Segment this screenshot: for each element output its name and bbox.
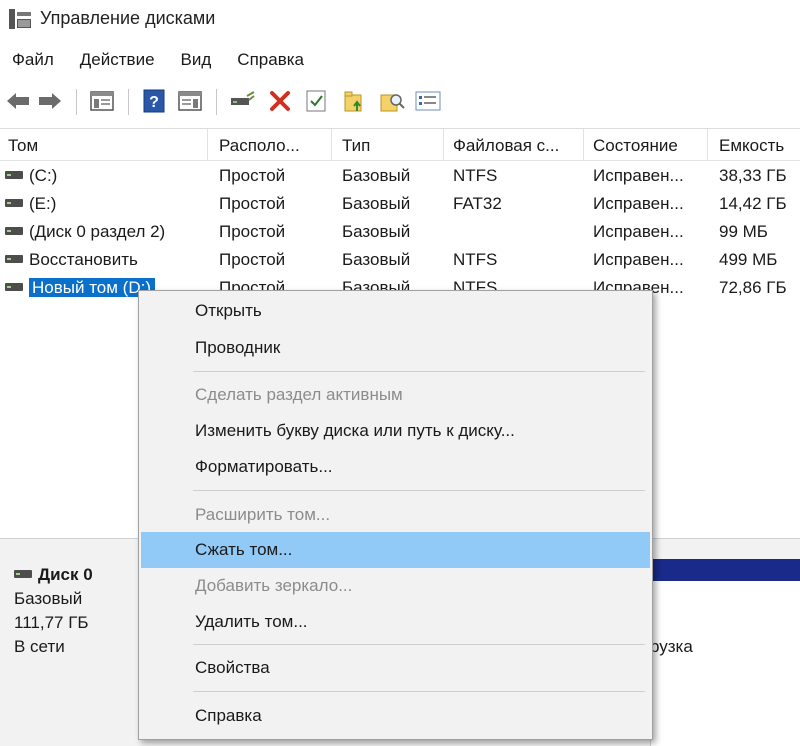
disk-info[interactable]: Диск 0 Базовый 111,77 ГБ В сети — [14, 563, 93, 659]
column-header-capacity[interactable]: Емкость — [708, 129, 800, 161]
menu-item-properties[interactable]: Свойства — [141, 650, 650, 686]
column-header-filesystem[interactable]: Файловая с... — [444, 129, 584, 161]
layout-cell: Простой — [219, 250, 286, 269]
filesystem-cell: NTFS — [453, 166, 498, 185]
menu-separator — [193, 371, 645, 372]
status-cell: Исправен... — [593, 222, 684, 241]
capacity-cell: 499 МБ — [719, 250, 778, 269]
disk-name: Диск 0 — [38, 565, 93, 584]
disk-state: В сети — [14, 637, 65, 656]
action-pane-icon[interactable] — [176, 87, 204, 115]
svg-text:?: ? — [149, 94, 159, 111]
folder-up-icon[interactable] — [340, 87, 368, 115]
menu-item-format[interactable]: Форматировать... — [141, 449, 650, 485]
volume-icon — [5, 282, 23, 291]
menu-item-mark-active: Сделать раздел активным — [195, 385, 403, 404]
type-cell: Базовый — [342, 194, 411, 213]
menu-item-explorer[interactable]: Проводник — [141, 330, 650, 366]
volume-name-cell: (E:) — [5, 190, 205, 218]
forward-arrow-icon[interactable] — [36, 87, 64, 115]
volume-icon — [5, 226, 23, 235]
window-title: Управление дисками — [40, 8, 216, 28]
help-icon[interactable]: ? — [140, 87, 168, 115]
menu-bar: Файл Действие Вид Справка — [0, 46, 317, 74]
menu-action[interactable]: Действие — [67, 46, 168, 74]
volume-name: (Диск 0 раздел 2) — [29, 222, 166, 241]
settings-list-icon[interactable] — [414, 87, 442, 115]
status-cell: Исправен... — [593, 166, 684, 185]
type-cell: Базовый — [342, 222, 411, 241]
type-cell: Базовый — [342, 250, 411, 269]
toolbar-separator — [76, 89, 77, 115]
menu-item-delete-volume[interactable]: Удалить том... — [141, 604, 650, 640]
disk-icon — [14, 569, 32, 578]
table-header: Том Располо... Тип Файловая с... Состоян… — [0, 129, 800, 161]
toolbar: ? — [0, 84, 800, 118]
toolbar-separator — [216, 89, 217, 115]
back-arrow-icon[interactable] — [4, 87, 32, 115]
volume-name: (C:) — [29, 166, 58, 185]
menu-help[interactable]: Справка — [224, 46, 317, 74]
column-header-status[interactable]: Состояние — [584, 129, 708, 161]
partition-header-bar — [650, 559, 800, 581]
disk-management-icon — [9, 9, 31, 29]
type-cell: Базовый — [342, 166, 411, 185]
partition-status-text: рузка — [650, 637, 693, 656]
partition-block[interactable] — [650, 581, 800, 746]
volume-icon — [5, 170, 23, 179]
menu-item-change-drive-letter[interactable]: Изменить букву диска или путь к диску... — [141, 413, 650, 449]
delete-icon[interactable] — [266, 87, 294, 115]
filesystem-cell: NTFS — [453, 250, 498, 269]
volume-name-cell: (Диск 0 раздел 2) — [5, 218, 210, 246]
disk-size: 111,77 ГБ — [14, 613, 89, 632]
status-cell: Исправен... — [593, 194, 684, 213]
menu-separator — [193, 490, 645, 491]
layout-cell: Простой — [219, 222, 286, 241]
layout-cell: Простой — [219, 166, 286, 185]
column-header-type[interactable]: Тип — [332, 129, 444, 161]
capacity-cell: 99 МБ — [719, 222, 768, 241]
volume-name-cell: (C:) — [5, 162, 205, 190]
layout-cell: Простой — [219, 194, 286, 213]
menu-file[interactable]: Файл — [0, 46, 67, 74]
volume-icon — [5, 198, 23, 207]
menu-view[interactable]: Вид — [168, 46, 225, 74]
capacity-cell: 72,86 ГБ — [719, 278, 787, 297]
menu-item-extend-volume: Расширить том... — [195, 505, 331, 524]
disk-type: Базовый — [14, 589, 83, 608]
capacity-cell: 38,33 ГБ — [719, 166, 787, 185]
menu-item-help[interactable]: Справка — [141, 698, 650, 734]
menu-item-add-mirror: Добавить зеркало... — [195, 576, 353, 595]
volume-name: (E:) — [29, 194, 57, 213]
context-menu: Открыть Проводник Сделать раздел активны… — [138, 290, 653, 740]
column-header-layout[interactable]: Располо... — [208, 129, 332, 161]
volume-name: Восстановить — [29, 250, 138, 269]
menu-separator — [193, 644, 645, 645]
menu-item-shrink-volume[interactable]: Сжать том... — [141, 532, 650, 568]
table-row[interactable]: (E:) Простой Базовый FAT32 Исправен... 1… — [0, 190, 800, 218]
properties-checklist-icon[interactable] — [302, 87, 330, 115]
status-cell: Исправен... — [593, 250, 684, 269]
table-row[interactable]: Восстановить Простой Базовый NTFS Исправ… — [0, 246, 800, 274]
table-row[interactable]: (C:) Простой Базовый NTFS Исправен... 38… — [0, 162, 800, 190]
menu-separator — [193, 691, 645, 692]
console-tree-icon[interactable] — [88, 87, 116, 115]
table-row[interactable]: (Диск 0 раздел 2) Простой Базовый Исправ… — [0, 218, 800, 246]
connect-disk-icon[interactable] — [228, 87, 256, 115]
volume-name: Новый том (D:) — [29, 278, 155, 297]
capacity-cell: 14,42 ГБ — [719, 194, 787, 213]
column-header-volume[interactable]: Том — [0, 129, 208, 161]
menu-item-open[interactable]: Открыть — [141, 293, 650, 329]
volume-icon — [5, 254, 23, 263]
find-icon[interactable] — [378, 87, 406, 115]
toolbar-separator — [128, 89, 129, 115]
title-bar: Управление дисками — [0, 0, 800, 38]
filesystem-cell: FAT32 — [453, 194, 502, 213]
volume-name-cell: Восстановить — [5, 246, 205, 274]
